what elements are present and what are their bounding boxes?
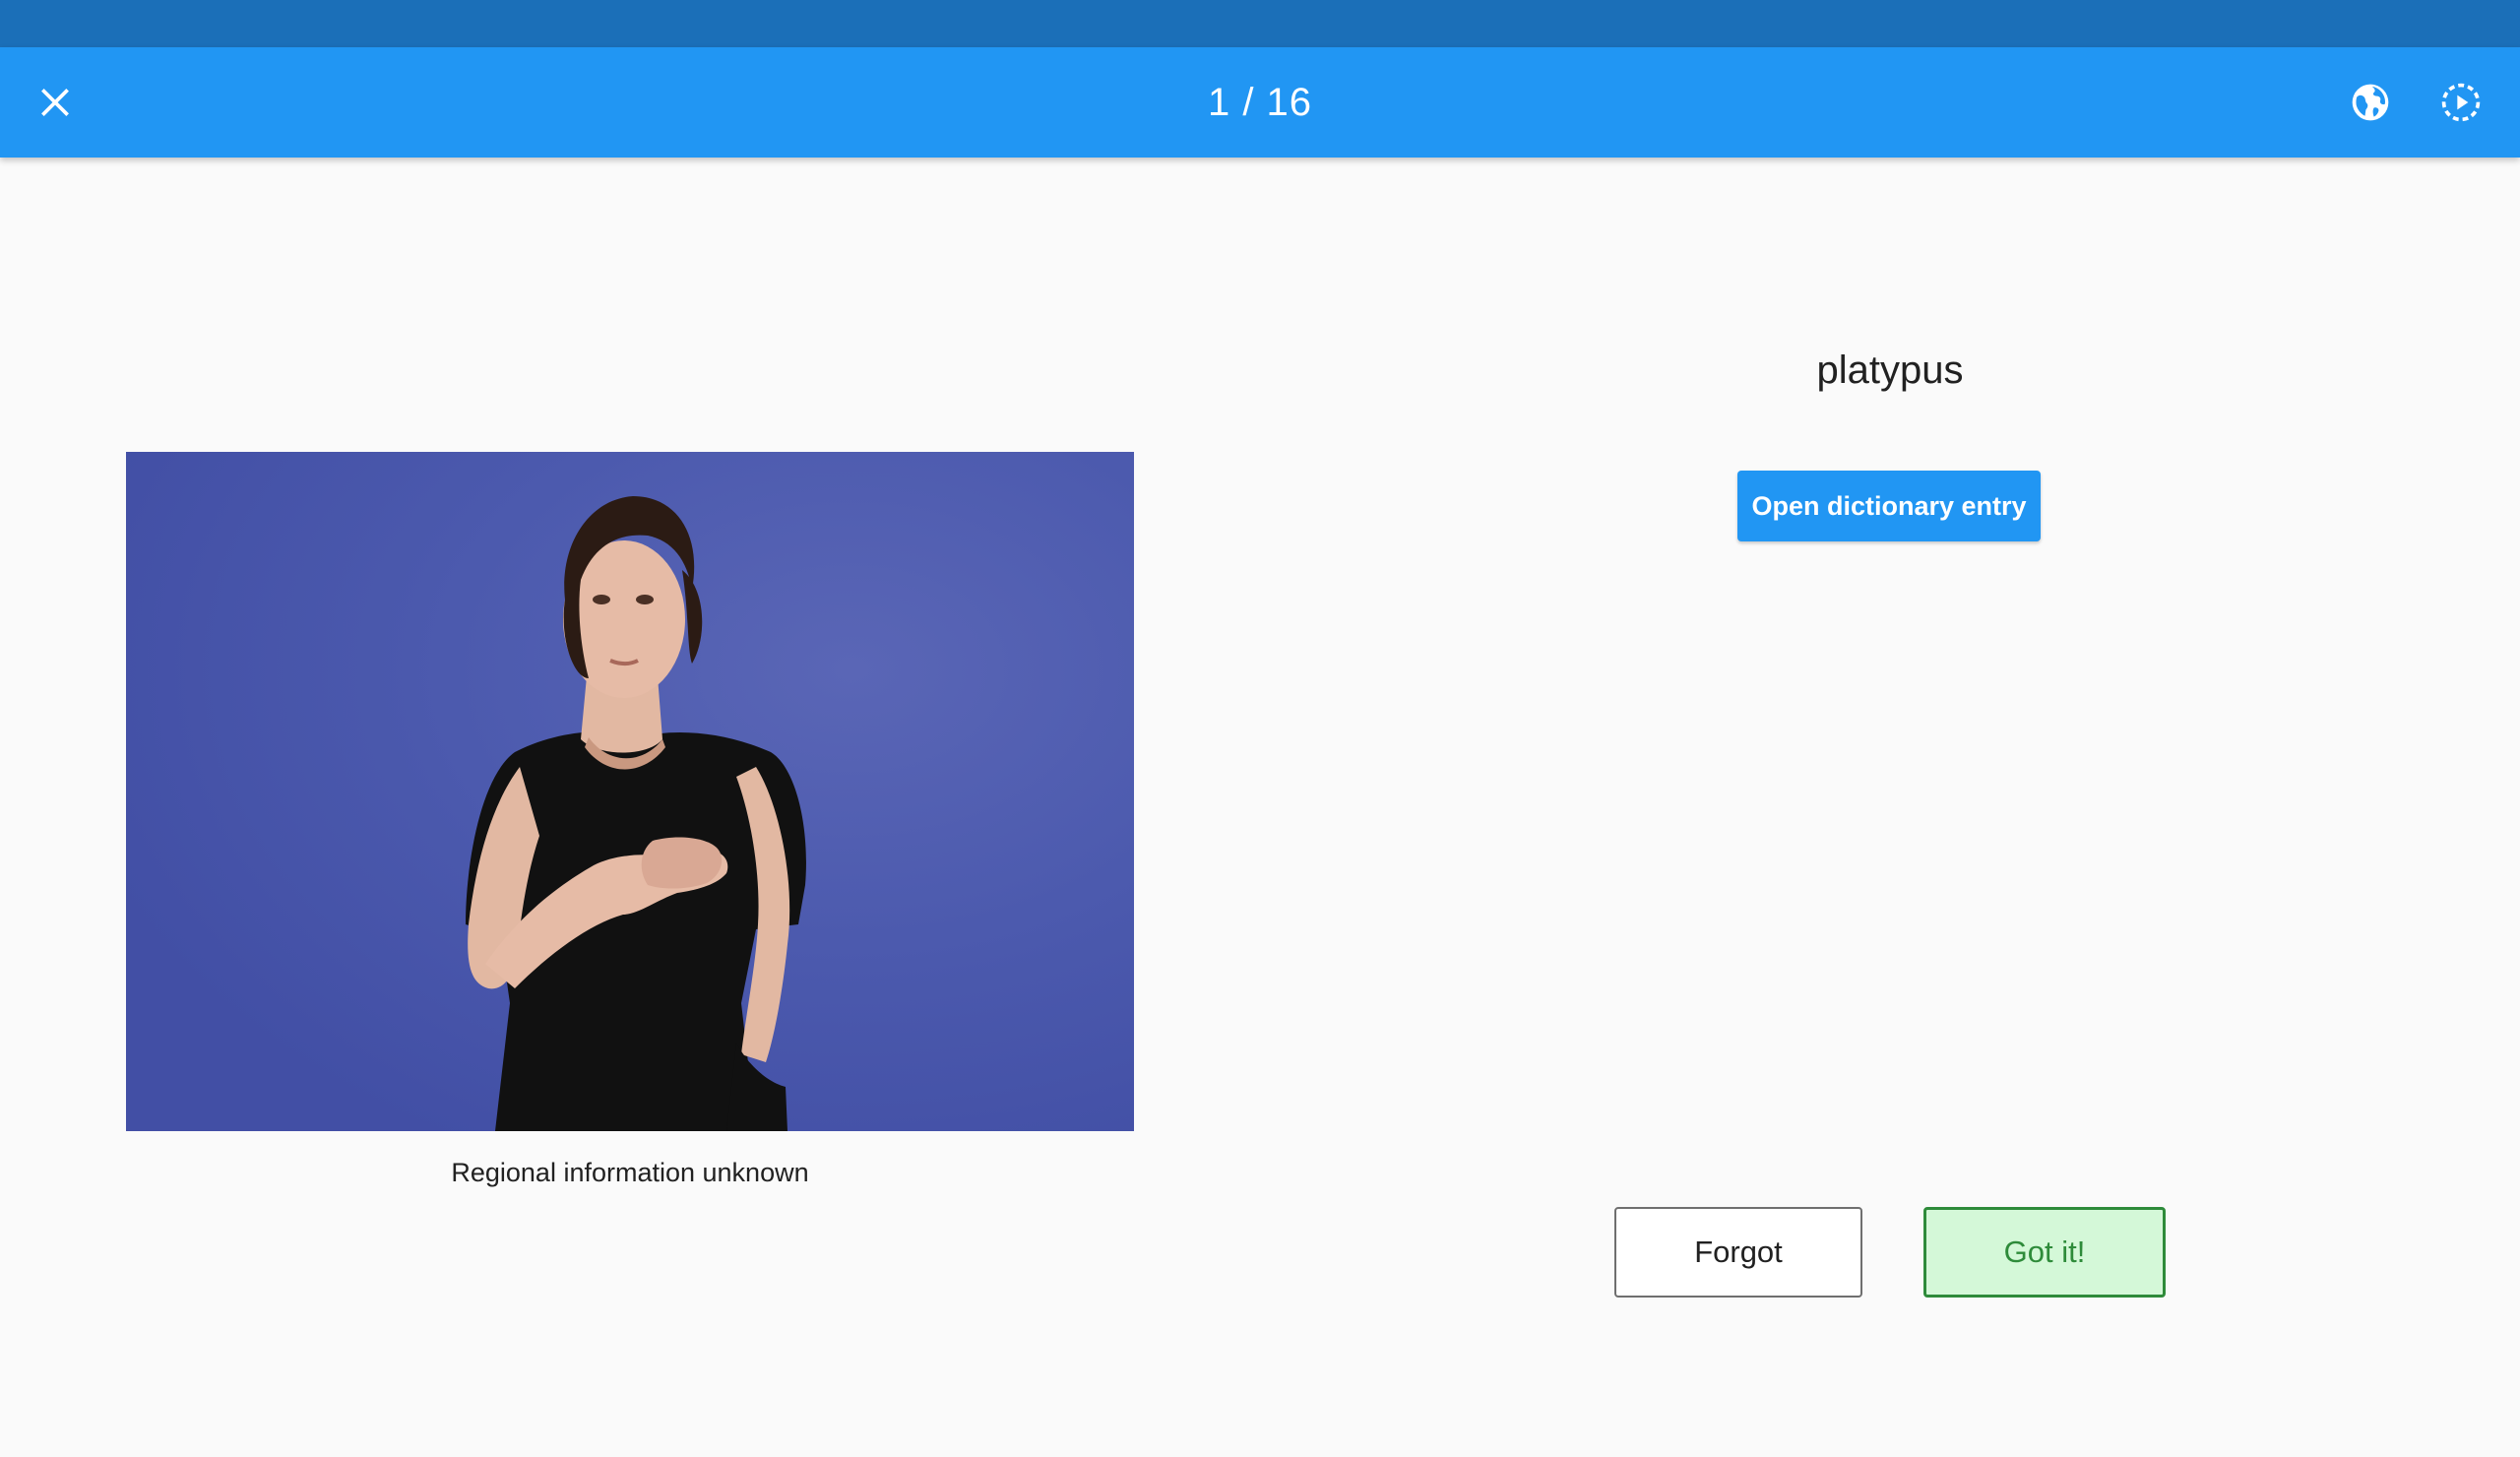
region-button[interactable] xyxy=(2343,75,2398,130)
autoplay-button[interactable] xyxy=(2433,75,2488,130)
system-status-bar xyxy=(0,0,2520,47)
regional-info-caption: Regional information unknown xyxy=(451,1158,809,1187)
open-dictionary-entry-button[interactable]: Open dictionary entry xyxy=(1737,471,2041,541)
sign-video[interactable] xyxy=(126,452,1134,1131)
play-circle-icon xyxy=(2441,83,2481,122)
globe-icon xyxy=(2352,84,2389,121)
app-bar: 1 / 16 xyxy=(0,47,2520,158)
forgot-button[interactable]: Forgot xyxy=(1614,1207,1862,1298)
progress-title: 1 / 16 xyxy=(1207,81,1313,124)
signer-video-frame xyxy=(126,452,1134,1131)
flashcard-word: platypus xyxy=(1816,348,1964,392)
got-it-button[interactable]: Got it! xyxy=(1923,1207,2166,1298)
